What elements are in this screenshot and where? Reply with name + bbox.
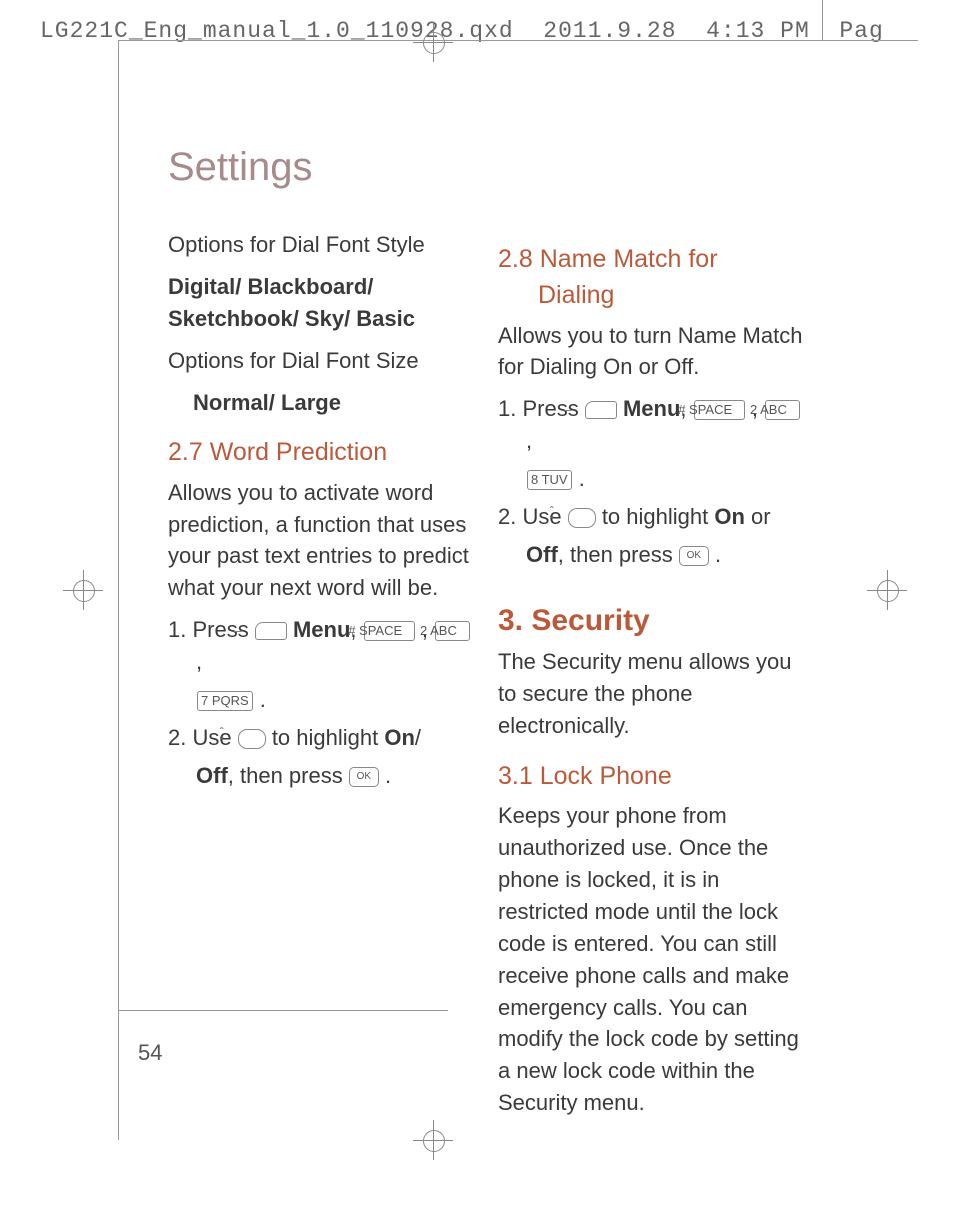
page-number: 54 <box>138 1040 162 1066</box>
column-right: 2.8 Name Match for Dialing Allows you to… <box>498 225 808 1129</box>
header-separator <box>822 0 823 40</box>
wp-step2-prefix: 2. Use <box>168 725 238 750</box>
nm-step-1: 1. Press Menu, # SPACE , 2 ABC , <box>498 393 808 457</box>
on-label: On <box>384 725 415 750</box>
nm-step-1b: 8 TUV . <box>498 463 808 495</box>
ok-key-icon: OK <box>679 546 709 566</box>
name-match-desc: Allows you to turn Name Match for Dialin… <box>498 320 808 384</box>
wp-step-2: 2. Use to highlight On/ <box>168 722 478 754</box>
on-label: On <box>714 504 745 529</box>
nm-step-2b: Off, then press OK . <box>498 539 808 571</box>
softkey-icon <box>255 622 287 640</box>
wp-step-1b: 7 PQRS . <box>168 684 478 716</box>
word-prediction-desc: Allows you to activate word prediction, … <box>168 477 478 605</box>
heading-3-1: 3.1 Lock Phone <box>498 758 808 794</box>
crop-mark-top <box>118 40 918 41</box>
crop-mark-left <box>118 40 119 1140</box>
or-label: or <box>745 504 771 529</box>
then-press: , then press <box>558 542 679 567</box>
off-label: Off <box>526 542 558 567</box>
key-2-icon: 2 ABC <box>435 621 470 641</box>
key-7-icon: 7 PQRS <box>197 691 253 711</box>
wp-step-1: 1. Press Menu, # SPACE , 2 ABC , <box>168 614 478 678</box>
dial-font-style-options: Digital/ Blackboard/ Sketchbook/ Sky/ Ba… <box>168 271 478 335</box>
heading-2-7: 2.7 Word Prediction <box>168 434 478 470</box>
key-8-icon: 8 TUV <box>527 470 572 490</box>
crop-mark-bottom <box>118 1010 448 1011</box>
menu-label: Menu <box>623 396 680 421</box>
column-left: Options for Dial Font Style Digital/ Bla… <box>168 225 478 794</box>
security-desc: The Security menu allows you to secure t… <box>498 646 808 742</box>
softkey-icon <box>585 401 617 419</box>
nm-step2-prefix: 2. Use <box>498 504 568 529</box>
dial-font-style-label: Options for Dial Font Style <box>168 229 478 261</box>
registration-mark-top <box>413 22 453 62</box>
nm-step2-mid: to highlight <box>596 504 715 529</box>
registration-mark-right <box>867 570 907 610</box>
page-title: Settings <box>168 145 313 190</box>
hash-key-icon: # SPACE <box>364 621 415 641</box>
dial-font-size-options: Normal/ Large <box>168 387 478 419</box>
registration-mark-left <box>63 570 103 610</box>
wp-step2-mid: to highlight <box>266 725 385 750</box>
dial-font-size-label: Options for Dial Font Size <box>168 345 478 377</box>
key-2-icon: 2 ABC <box>765 400 800 420</box>
nm-step-2: 2. Use to highlight On or <box>498 501 808 533</box>
registration-mark-bottom <box>413 1120 453 1160</box>
ok-key-icon: OK <box>349 767 379 787</box>
nav-key-icon <box>568 508 596 528</box>
wp-step-2b: Off, then press OK . <box>168 760 478 792</box>
off-label: Off <box>196 763 228 788</box>
heading-3: 3. Security <box>498 599 808 643</box>
heading-2-8-line2: Dialing <box>538 281 614 309</box>
lock-phone-desc: Keeps your phone from unauthorized use. … <box>498 800 808 1119</box>
heading-2-8-line1: 2.8 Name Match for <box>498 245 718 273</box>
then-press: , then press <box>228 763 349 788</box>
menu-label: Menu <box>293 617 350 642</box>
heading-2-8: 2.8 Name Match for Dialing <box>498 241 808 314</box>
slash: / <box>415 725 421 750</box>
nav-key-icon <box>238 729 266 749</box>
hash-key-icon: # SPACE <box>694 400 745 420</box>
